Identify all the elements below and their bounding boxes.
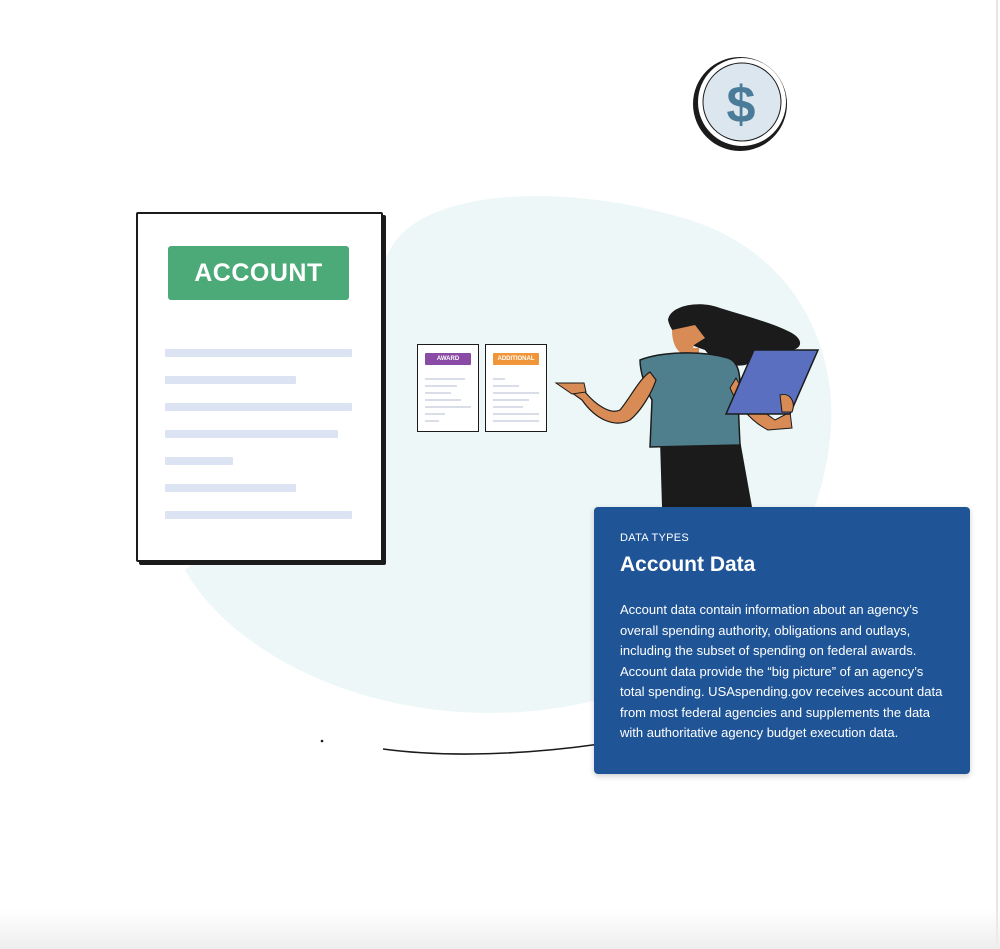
ground-line bbox=[382, 743, 601, 755]
data-type-card: DATA TYPES Account Data Account data con… bbox=[594, 507, 970, 774]
dollar-coin-icon: $ bbox=[693, 57, 787, 151]
document-line bbox=[165, 430, 338, 438]
document-line bbox=[165, 457, 233, 465]
document-line bbox=[165, 511, 352, 519]
document-line bbox=[425, 406, 471, 408]
card-title: Account Data bbox=[620, 553, 756, 576]
document-line bbox=[493, 378, 505, 380]
additional-document: ADDITIONAL bbox=[485, 344, 547, 432]
card-eyebrow: DATA TYPES bbox=[620, 532, 690, 544]
document-line bbox=[425, 392, 451, 394]
illustration-scene: $ ACCOUNT AWARD ADDITIONAL DATA TYPES Ac… bbox=[0, 0, 1000, 949]
document-line bbox=[493, 385, 519, 387]
account-document: ACCOUNT bbox=[136, 212, 383, 562]
document-line bbox=[425, 378, 465, 380]
ground-dot bbox=[320, 739, 324, 743]
card-description: Account data contain information about a… bbox=[620, 602, 943, 740]
document-line bbox=[493, 413, 539, 415]
document-line bbox=[165, 376, 296, 384]
document-line bbox=[425, 399, 461, 401]
document-line bbox=[493, 406, 523, 408]
additional-tag: ADDITIONAL bbox=[493, 353, 539, 365]
dollar-sign: $ bbox=[727, 76, 756, 134]
document-line bbox=[425, 385, 457, 387]
bottom-fade bbox=[0, 909, 1000, 949]
document-line bbox=[165, 349, 352, 357]
award-document: AWARD bbox=[417, 344, 479, 432]
document-line bbox=[493, 420, 539, 422]
document-line bbox=[425, 420, 439, 422]
document-line bbox=[425, 413, 445, 415]
document-line bbox=[493, 392, 539, 394]
account-badge: ACCOUNT bbox=[168, 246, 349, 300]
award-tag: AWARD bbox=[425, 353, 471, 365]
document-line bbox=[165, 403, 352, 411]
document-line bbox=[493, 399, 529, 401]
document-line bbox=[165, 484, 296, 492]
